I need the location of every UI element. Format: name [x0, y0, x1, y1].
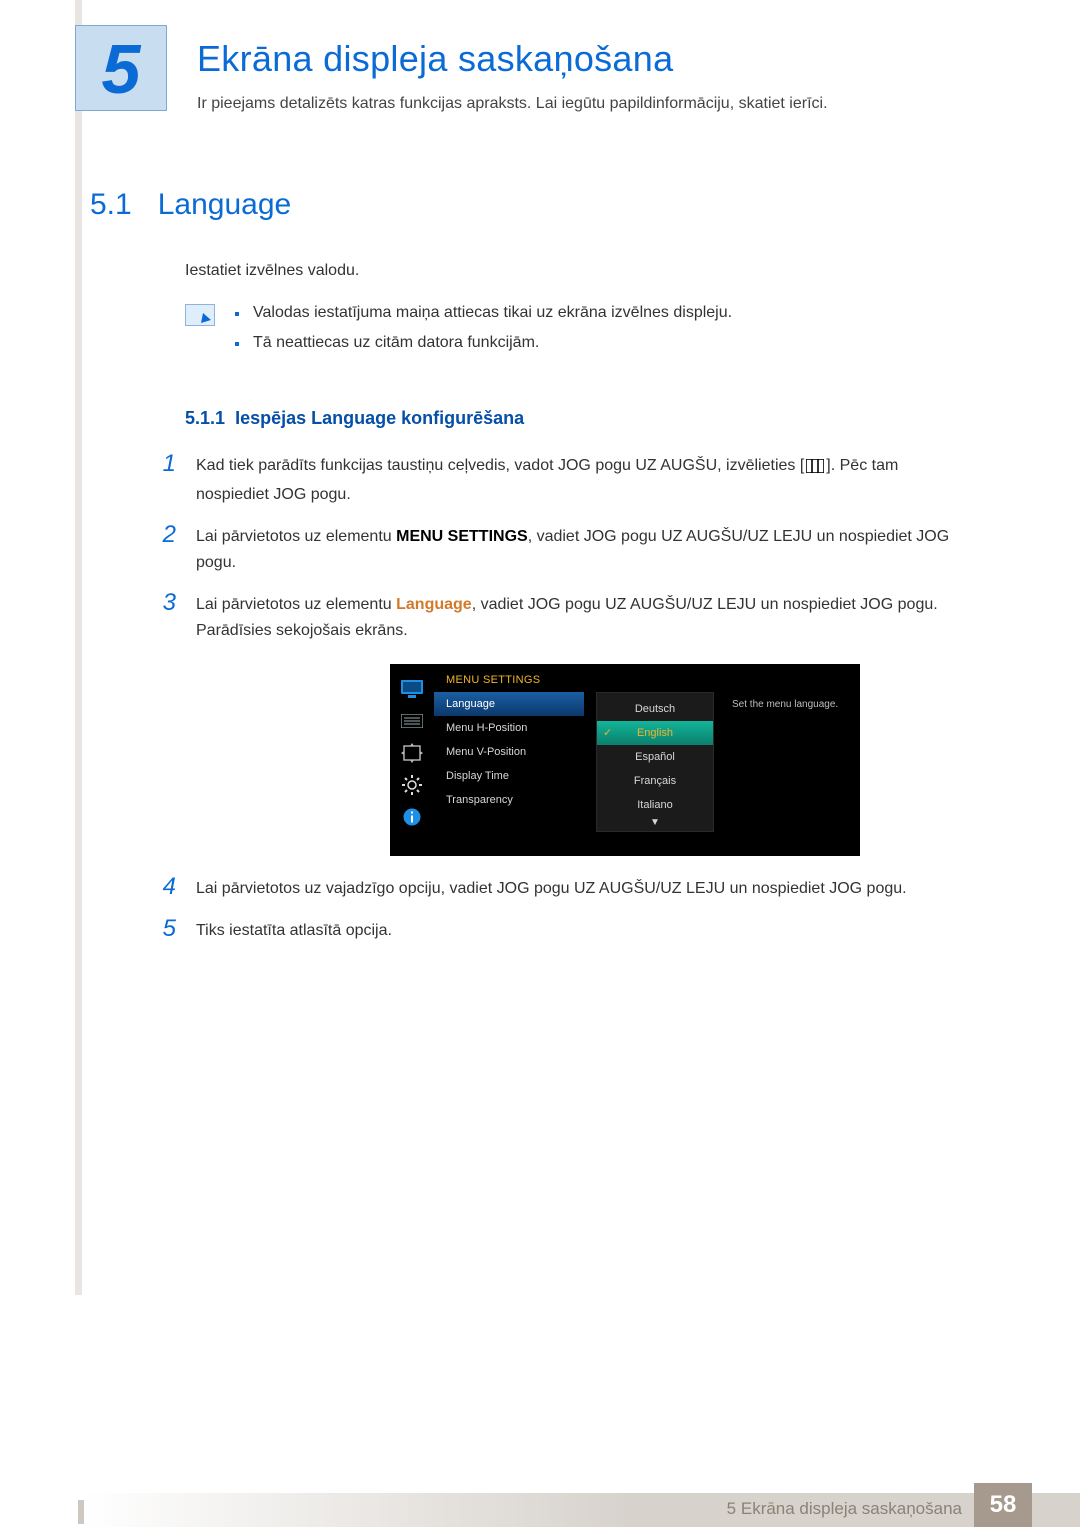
- chapter-number: 5: [76, 26, 166, 112]
- note-item: Tā neattiecas uz citām datora funkcijām.: [235, 334, 732, 352]
- osd-left-item: Language: [434, 692, 584, 716]
- step-number: 4: [150, 876, 176, 902]
- resize-icon: [399, 742, 425, 764]
- step-number: 1: [150, 453, 176, 508]
- note-item: Valodas iestatījuma maiņa attiecas tikai…: [235, 304, 732, 322]
- side-stripe: [75, 0, 82, 1295]
- section-number: 5.1: [90, 188, 132, 222]
- list-icon: [399, 710, 425, 732]
- osd-screenshot: MENU SETTINGS Language Menu H-Position M…: [390, 664, 860, 856]
- note-box: Valodas iestatījuma maiņa attiecas tikai…: [185, 304, 990, 364]
- step-text: Tiks iestatīta atlasītā opcija.: [196, 918, 392, 944]
- footer-text: 5 Ekrāna displeja saskaņošana: [727, 1499, 962, 1519]
- osd-lang-item: Español: [597, 745, 713, 769]
- step-number: 2: [150, 524, 176, 576]
- osd-help-text: Set the menu language.: [726, 692, 860, 832]
- osd-left-item: Transparency: [434, 788, 584, 812]
- step-text: Lai pārvietotos uz elementu MENU SETTING…: [196, 524, 956, 576]
- subsection-title: Iespējas Language konfigurēšana: [235, 408, 524, 428]
- step: 1 Kad tiek parādīts funkcijas taustiņu c…: [150, 453, 990, 508]
- gear-icon: [399, 774, 425, 796]
- step-number: 5: [150, 918, 176, 944]
- step-text: Lai pārvietotos uz elementu Language, va…: [196, 592, 956, 644]
- section-title: Language: [158, 188, 291, 222]
- osd-lang-item: Deutsch: [597, 697, 713, 721]
- note-text: Valodas iestatījuma maiņa attiecas tikai…: [253, 304, 732, 322]
- osd-sidebar: [390, 664, 434, 856]
- osd-lang-item: Italiano: [597, 793, 713, 817]
- osd-title: MENU SETTINGS: [434, 664, 860, 692]
- osd-lang-item: Français: [597, 769, 713, 793]
- step: 2 Lai pārvietotos uz elementu MENU SETTI…: [150, 524, 990, 576]
- step: 5 Tiks iestatīta atlasītā opcija.: [150, 918, 990, 944]
- page-number: 58: [974, 1483, 1032, 1527]
- subsection-heading: 5.1.1 Iespējas Language konfigurēšana: [185, 408, 990, 429]
- chapter-title: Ekrāna displeja saskaņošana: [197, 38, 673, 80]
- osd-lang-item: English: [597, 721, 713, 745]
- menu-grid-icon: [806, 456, 824, 482]
- step-text: Kad tiek parādīts funkcijas taustiņu ceļ…: [196, 453, 956, 508]
- step: 3 Lai pārvietotos uz elementu Language, …: [150, 592, 990, 644]
- subsection-number: 5.1.1: [185, 408, 225, 428]
- step: 4 Lai pārvietotos uz vajadzīgo opciju, v…: [150, 876, 990, 902]
- section-heading: 5.1 Language: [90, 188, 990, 222]
- step-text: Lai pārvietotos uz vajadzīgo opciju, vad…: [196, 876, 907, 902]
- step-number: 3: [150, 592, 176, 644]
- osd-left-item: Menu H-Position: [434, 716, 584, 740]
- info-icon: [399, 806, 425, 828]
- scroll-down-icon: ▼: [597, 817, 713, 831]
- osd-left-item: Menu V-Position: [434, 740, 584, 764]
- osd-language-list: Deutsch English Español Français Italian…: [596, 692, 714, 832]
- note-icon: [185, 304, 215, 326]
- note-text: Tā neattiecas uz citām datora funkcijām.: [253, 334, 539, 352]
- highlight-term: Language: [396, 596, 472, 613]
- bold-term: MENU SETTINGS: [396, 528, 528, 545]
- osd-left-item: Display Time: [434, 764, 584, 788]
- page-footer: 5 Ekrāna displeja saskaņošana 58: [0, 1483, 1080, 1527]
- section-intro: Iestatiet izvēlnes valodu.: [185, 262, 990, 280]
- chapter-intro: Ir pieejams detalizēts katras funkcijas …: [197, 95, 828, 113]
- osd-left-menu: Language Menu H-Position Menu V-Position…: [434, 692, 584, 832]
- monitor-icon: [399, 678, 425, 700]
- chapter-badge: 5: [75, 25, 167, 111]
